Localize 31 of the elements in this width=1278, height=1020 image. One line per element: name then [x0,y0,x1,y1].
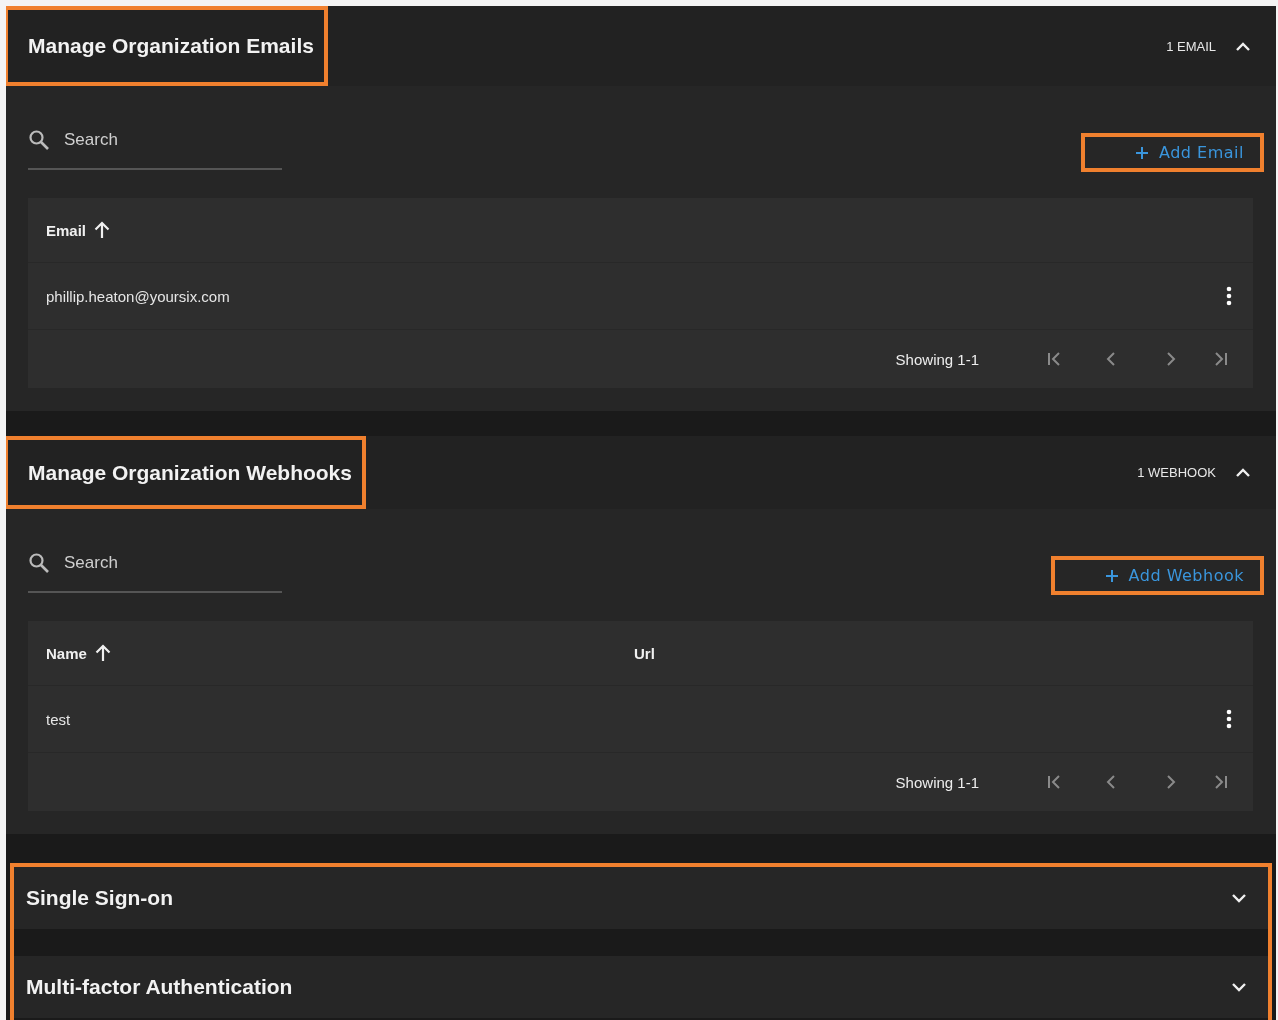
item-count: 1 EMAIL [1166,38,1216,54]
column-header[interactable]: Url [634,644,655,662]
search-icon [28,129,50,151]
section-title: Single Sign-on [26,886,173,910]
expand-chevron-icon[interactable] [1232,982,1246,992]
table-cell: test [46,710,71,728]
search-icon [28,552,50,574]
sort-arrow-icon[interactable] [94,644,111,662]
section-title: Multi-factor Authentication [26,975,293,999]
add-button[interactable]: Add Email [1081,133,1264,172]
expand-chevron-icon[interactable] [1232,893,1246,903]
sort-arrow-icon[interactable] [94,221,111,239]
collapsible-section-header[interactable]: Multi-factor Authentication [14,956,1268,1018]
plus-icon [1135,145,1150,160]
pagination-status: Showing 1-1 [895,350,979,368]
section-title: Manage Organization Webhooks [28,460,352,485]
column-header[interactable]: Name [46,644,87,662]
collapse-chevron-icon[interactable] [1236,468,1250,477]
more-options-icon[interactable] [1226,286,1232,306]
item-count: 1 WEBHOOK [1137,465,1216,480]
search-field[interactable]: Search [62,552,246,574]
pagination-status: Showing 1-1 [895,773,979,791]
section-title: Manage Organization Emails [28,34,314,58]
search-field[interactable]: Search [62,129,246,151]
plus-icon [1104,568,1119,583]
collapsible-section-header[interactable]: Single Sign-on [14,867,1268,929]
add-button[interactable]: Add Webhook [1050,556,1264,595]
column-header[interactable]: Email [46,221,87,239]
collapse-chevron-icon[interactable] [1236,41,1250,51]
table-cell: phillip.heaton@yoursix.com [46,287,230,305]
more-options-icon[interactable] [1226,709,1232,729]
